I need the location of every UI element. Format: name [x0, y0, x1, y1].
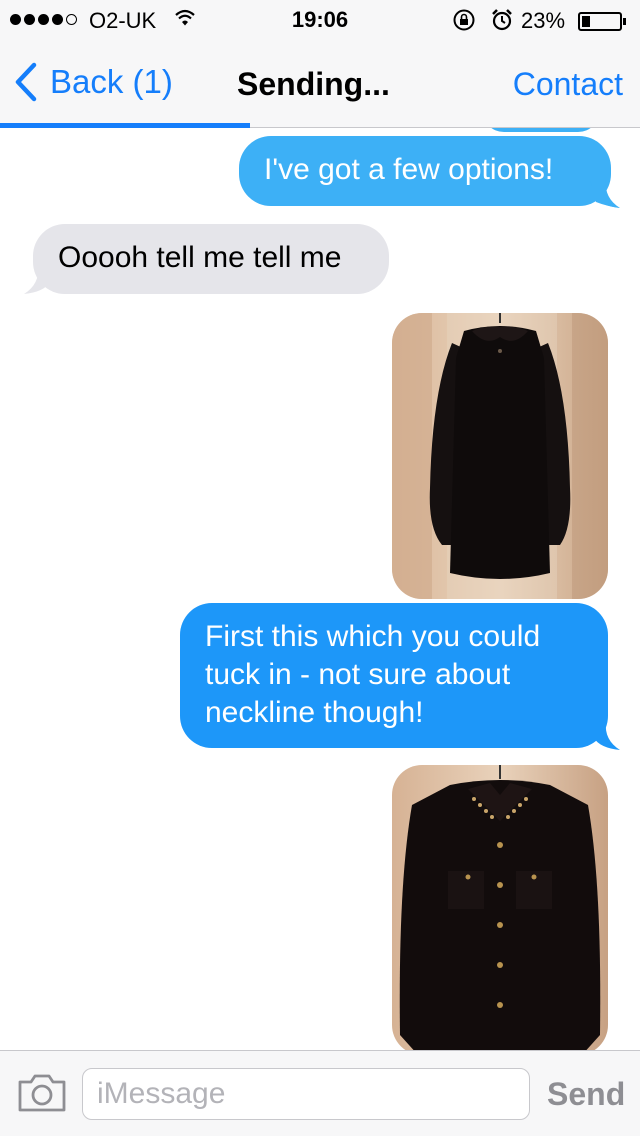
message-text: Ooooh tell me tell me [58, 241, 342, 274]
message-text: First this which you could tuck in - not… [205, 620, 541, 729]
message-image-dress[interactable] [392, 313, 608, 599]
battery-nub [623, 18, 626, 25]
bubble-tail [594, 722, 620, 750]
message-thread[interactable]: I've got a few options! Ooooh tell me te… [0, 128, 640, 1050]
back-button[interactable]: Back (1) [14, 62, 173, 102]
battery-percent: 23% [521, 8, 566, 33]
message-image-shirt[interactable] [392, 765, 608, 1050]
composer-bar: Send [0, 1050, 640, 1136]
camera-icon[interactable] [17, 1073, 67, 1113]
message-bubble-partial [482, 128, 600, 132]
send-button[interactable]: Send [547, 1076, 625, 1113]
message-text: I've got a few options! [264, 153, 554, 186]
bubble-tail [24, 266, 50, 294]
chevron-left-icon [15, 62, 37, 102]
rotation-lock-icon [452, 8, 476, 38]
message-bubble-incoming[interactable]: Ooooh tell me tell me [33, 224, 389, 294]
battery-icon [578, 12, 622, 31]
message-bubble-outgoing[interactable]: First this which you could tuck in - not… [180, 603, 608, 748]
back-label: Back (1) [50, 63, 173, 100]
alarm-icon [490, 8, 514, 38]
message-bubble-outgoing[interactable]: I've got a few options! [239, 136, 611, 206]
bubble-tail [590, 180, 620, 208]
message-input[interactable] [82, 1068, 530, 1120]
battery-level [582, 16, 591, 27]
contact-button[interactable]: Contact [513, 66, 623, 103]
status-bar: O2-UK 19:06 23% [0, 0, 640, 40]
page-title: Sending... [237, 66, 390, 102]
navigation-bar: Back (1) Sending... Contact [0, 40, 640, 128]
